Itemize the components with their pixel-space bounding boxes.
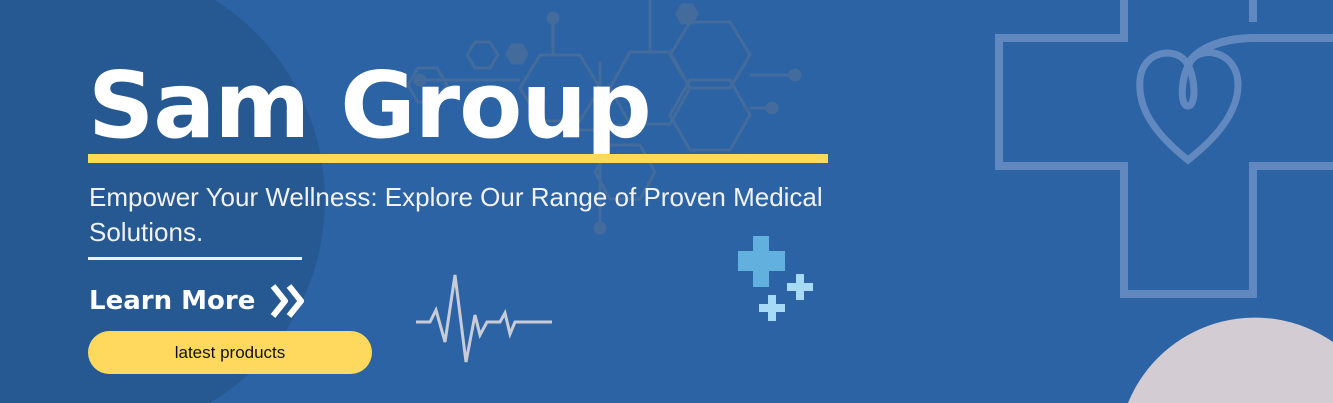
grey-circle-shape	[1128, 317, 1333, 403]
plus-icon	[759, 295, 785, 321]
heartbeat-icon	[416, 274, 552, 363]
subtitle-divider	[88, 257, 302, 260]
plus-icon	[787, 274, 813, 300]
subtitle: Empower Your Wellness: Explore Our Range…	[89, 182, 823, 247]
learn-more-label: Learn More	[89, 286, 256, 316]
learn-more-link[interactable]: Learn More	[89, 283, 307, 319]
double-chevron-right-icon	[270, 284, 305, 318]
cross-outline-graphic	[995, 0, 1333, 298]
latest-products-button[interactable]: latest products	[88, 331, 372, 374]
page-title: Sam Group	[88, 52, 652, 159]
title-underline	[88, 154, 828, 163]
heart-icon	[1136, 49, 1242, 165]
